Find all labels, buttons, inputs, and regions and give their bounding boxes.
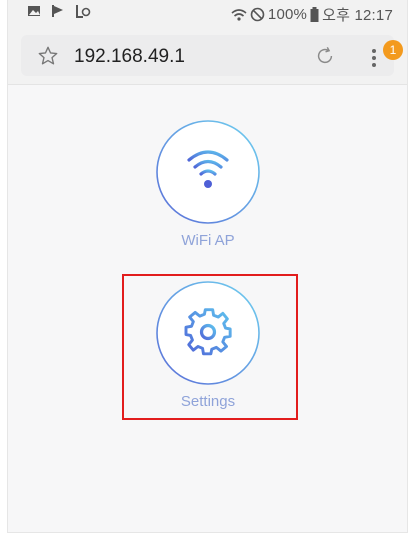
flag-icon — [52, 5, 63, 17]
image-icon — [28, 6, 40, 16]
battery-icon — [310, 7, 319, 22]
status-time: 오후 12:17 — [322, 7, 393, 24]
main-content: WiFi AP Settings — [8, 85, 407, 532]
phone-screen: 100% 오후 12:17 192.168.49.1 1 WiFi AP Set… — [7, 0, 408, 533]
no-disturb-icon — [250, 7, 265, 22]
star-icon[interactable] — [37, 45, 59, 67]
menu-icon[interactable] — [371, 49, 377, 69]
status-right-icons: 100% 오후 12:17 — [231, 4, 393, 25]
settings-button[interactable] — [156, 281, 260, 385]
data-icon — [76, 5, 91, 18]
browser-toolbar: 192.168.49.1 1 — [8, 30, 407, 85]
url-text[interactable]: 192.168.49.1 — [74, 46, 185, 68]
status-left-icons — [27, 4, 91, 18]
settings-tile[interactable]: Settings — [154, 281, 262, 410]
notification-badge: 1 — [383, 40, 403, 60]
address-bar[interactable]: 192.168.49.1 1 — [21, 35, 403, 76]
wifi-signal-icon — [231, 8, 247, 21]
wifi-ap-label[interactable]: WiFi AP — [154, 232, 262, 249]
wifi-ap-tile[interactable]: WiFi AP — [154, 120, 262, 249]
battery-percent: 100% — [267, 6, 308, 23]
status-bar: 100% 오후 12:17 — [8, 0, 407, 30]
wifi-ap-button[interactable] — [156, 120, 260, 224]
settings-label[interactable]: Settings — [154, 393, 262, 410]
reload-icon[interactable] — [314, 45, 336, 67]
